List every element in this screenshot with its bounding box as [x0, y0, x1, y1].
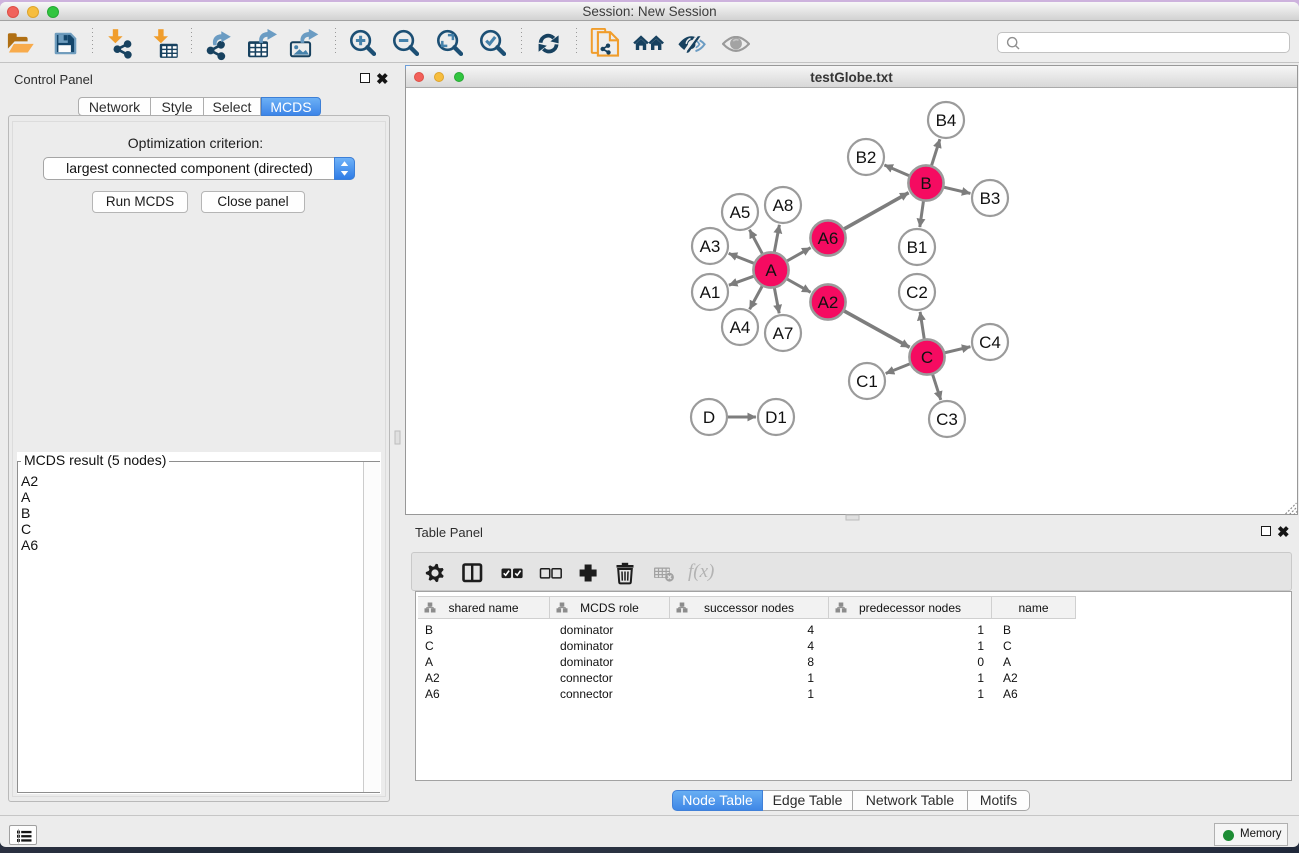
svg-text:D: D — [703, 408, 715, 427]
svg-text:A7: A7 — [773, 324, 794, 343]
svg-text:A5: A5 — [730, 203, 751, 222]
svg-text:A4: A4 — [730, 318, 751, 337]
svg-text:A: A — [765, 261, 777, 280]
svg-text:B4: B4 — [936, 111, 957, 130]
svg-text:C4: C4 — [979, 333, 1001, 352]
svg-text:C2: C2 — [906, 283, 928, 302]
svg-text:C3: C3 — [936, 410, 958, 429]
svg-text:A3: A3 — [700, 237, 721, 256]
svg-text:A6: A6 — [818, 229, 839, 248]
svg-text:C1: C1 — [856, 372, 878, 391]
svg-text:B: B — [920, 174, 931, 193]
svg-text:C: C — [921, 348, 933, 367]
svg-text:D1: D1 — [765, 408, 787, 427]
svg-text:B1: B1 — [907, 238, 928, 257]
svg-text:A2: A2 — [818, 293, 839, 312]
svg-text:A1: A1 — [700, 283, 721, 302]
svg-text:B2: B2 — [856, 148, 877, 167]
svg-text:A8: A8 — [773, 196, 794, 215]
svg-text:B3: B3 — [980, 189, 1001, 208]
